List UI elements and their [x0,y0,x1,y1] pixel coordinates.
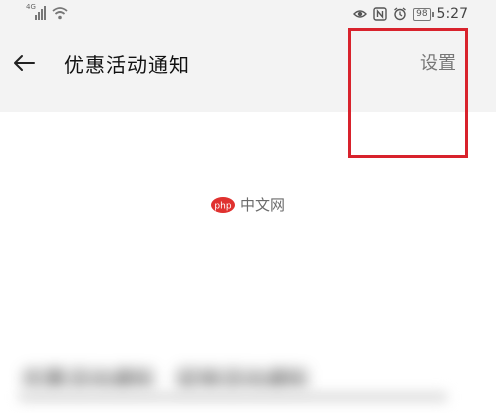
blurred-text-1: 优惠活动通知 [22,368,155,393]
blurred-divider [18,392,448,402]
app-header: 优惠活动通知 设置 [0,28,496,98]
blurred-list-item: 优惠活动通知 促销活动通知 [22,362,308,394]
watermark-text: 中文网 [240,196,286,214]
blurred-text-2: 促销活动通知 [176,368,309,393]
eye-icon [353,10,368,18]
alarm-icon [394,7,406,21]
watermark: php 中文网 [210,194,285,215]
status-bar: 4G 98 5:27 [0,0,496,28]
watermark-logo-text: php [214,201,231,211]
page-title: 优惠活动通知 [64,53,190,77]
php-logo-icon: php [211,196,235,213]
status-left: 4G [26,3,68,20]
status-right: 98 5:27 [353,6,468,22]
settings-button[interactable]: 设置 [420,49,456,75]
arrow-left-icon[interactable] [10,48,40,78]
signal-icon: 4G [26,3,48,20]
nfc-icon [373,7,387,21]
battery-icon: 98 [413,7,435,21]
clock-time: 5:27 [436,6,468,22]
network-type: 4G [26,3,36,11]
wifi-icon [52,7,68,20]
